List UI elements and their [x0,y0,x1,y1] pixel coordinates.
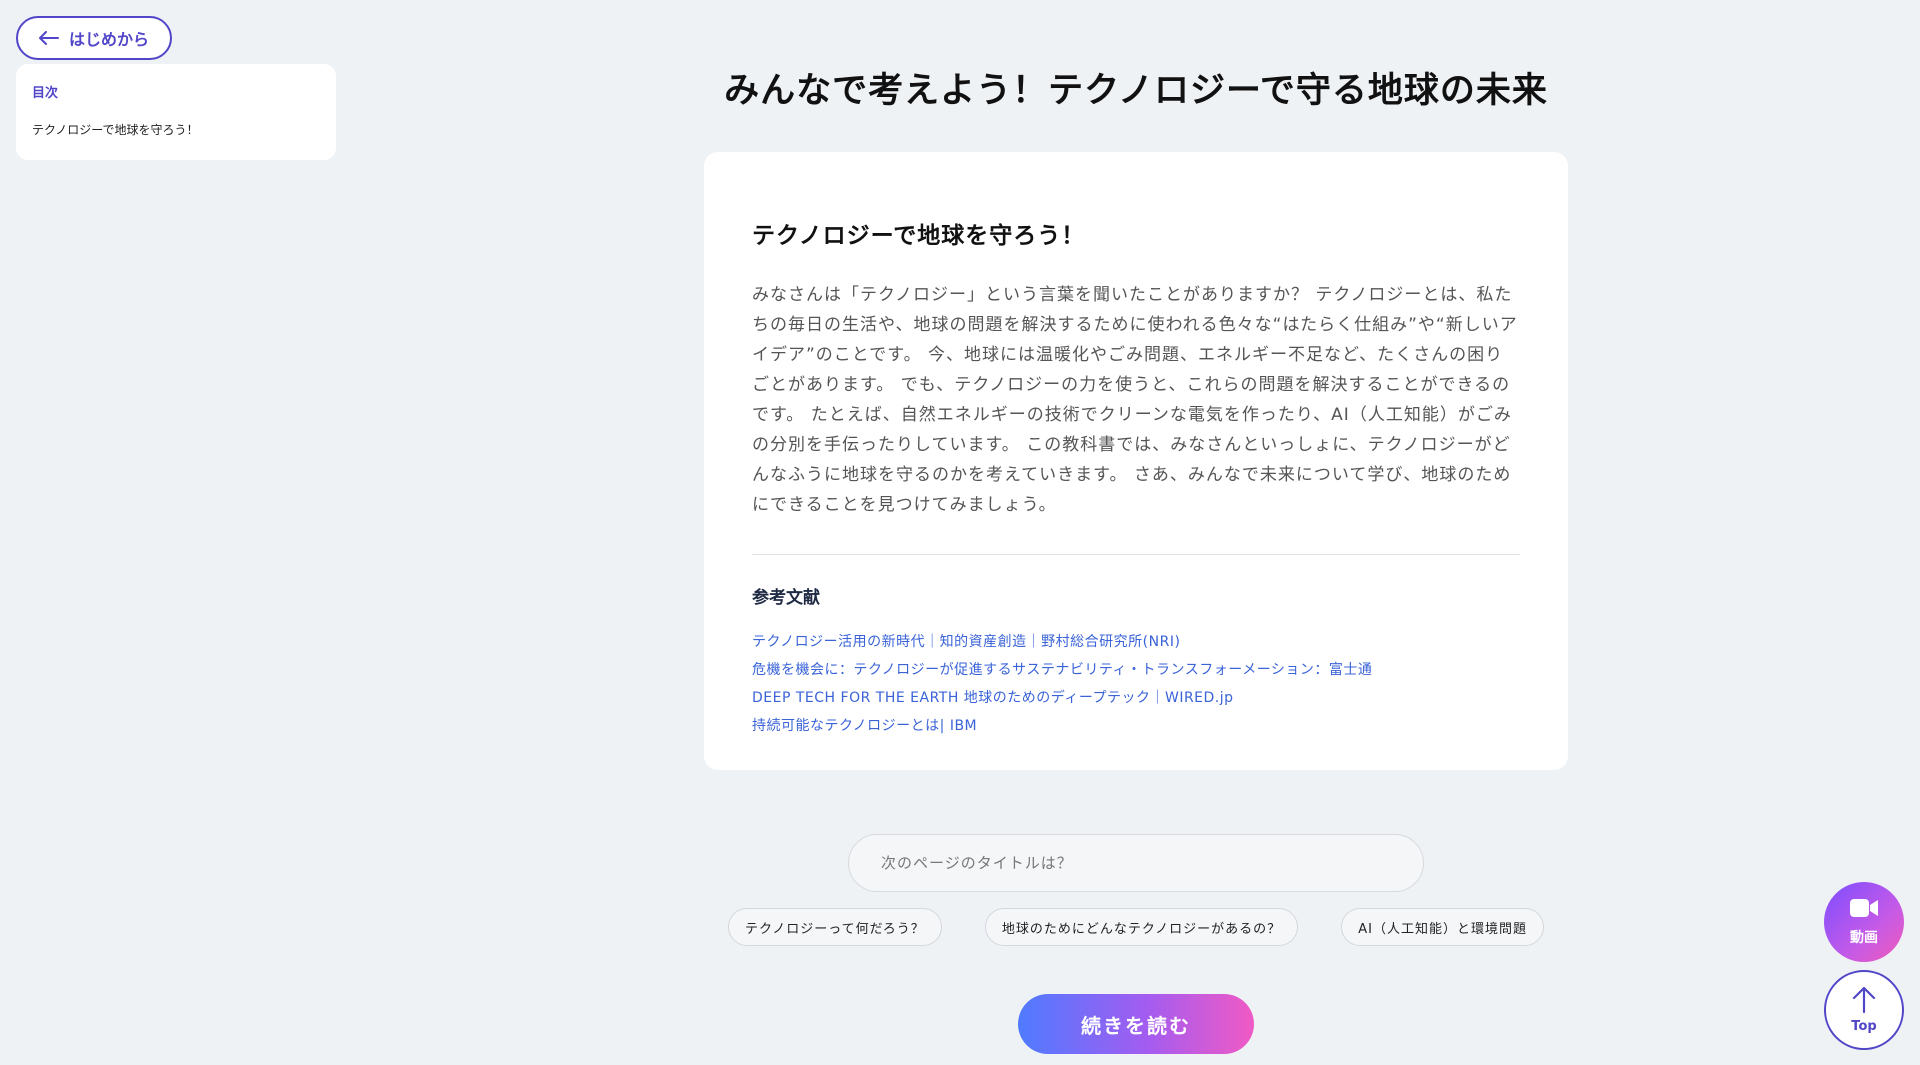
read-more-button[interactable]: 続きを読む [1018,994,1254,1054]
video-button-label: 動画 [1850,930,1878,946]
reference-link-fujitsu[interactable]: 危機を機会に：テクノロジーが促進するサステナビリティ・トランスフォーメーション：… [752,656,1520,684]
scroll-top-button[interactable]: Top [1824,970,1904,1050]
suggestion-chip-what-is-technology[interactable]: テクノロジーって何だろう？ [728,908,942,946]
suggestion-chip-technologies-for-earth[interactable]: 地球のためにどんなテクノロジーがあるの？ [984,908,1299,946]
arrow-up-icon [1852,986,1876,1017]
body-text: みなさんは「テクノロジー」という言葉を聞いたことがありますか？ テクノロジーとは… [752,285,1518,515]
divider [752,554,1520,555]
video-camera-icon [1849,897,1879,923]
reference-link-ibm[interactable]: 持続可能なテクノロジーとは| IBM [752,712,1520,740]
next-title-input[interactable] [848,834,1424,892]
next-title-input-wrap [848,834,1424,892]
back-to-start-label: はじめから [68,30,149,49]
scroll-top-label: Top [1851,1018,1877,1034]
reference-link-wired[interactable]: DEEP TECH FOR THE EARTH 地球のためのディープテック｜WI… [752,684,1520,712]
toc-item[interactable]: テクノロジーで地球を守ろう！ [32,121,320,138]
toc-heading: 目次 [32,86,59,101]
reference-link-nri[interactable]: テクノロジー活用の新時代｜知的資産創造｜野村総合研究所(NRI) [752,628,1520,656]
table-of-contents: 目次 テクノロジーで地球を守ろう！ [16,64,336,160]
page-title: みんなで考えよう！テクノロジーで守る地球の未来 [724,71,1548,111]
references-heading: 参考文献 [752,588,820,608]
content-card: テクノロジーで地球を守ろう！ みなさんは「テクノロジー」という言葉を聞いたことが… [704,152,1568,770]
suggestion-chips: テクノロジーって何だろう？ 地球のためにどんなテクノロジーがあるの？ AI（人工… [728,908,1544,946]
section-title: テクノロジーで地球を守ろう！ [752,223,1086,249]
video-button[interactable]: 動画 [1824,882,1904,962]
arrow-left-icon [38,31,59,45]
back-to-start-button[interactable]: はじめから [16,16,172,60]
suggestion-chip-ai-environment[interactable]: AI（人工知能）と環境問題 [1341,908,1544,946]
